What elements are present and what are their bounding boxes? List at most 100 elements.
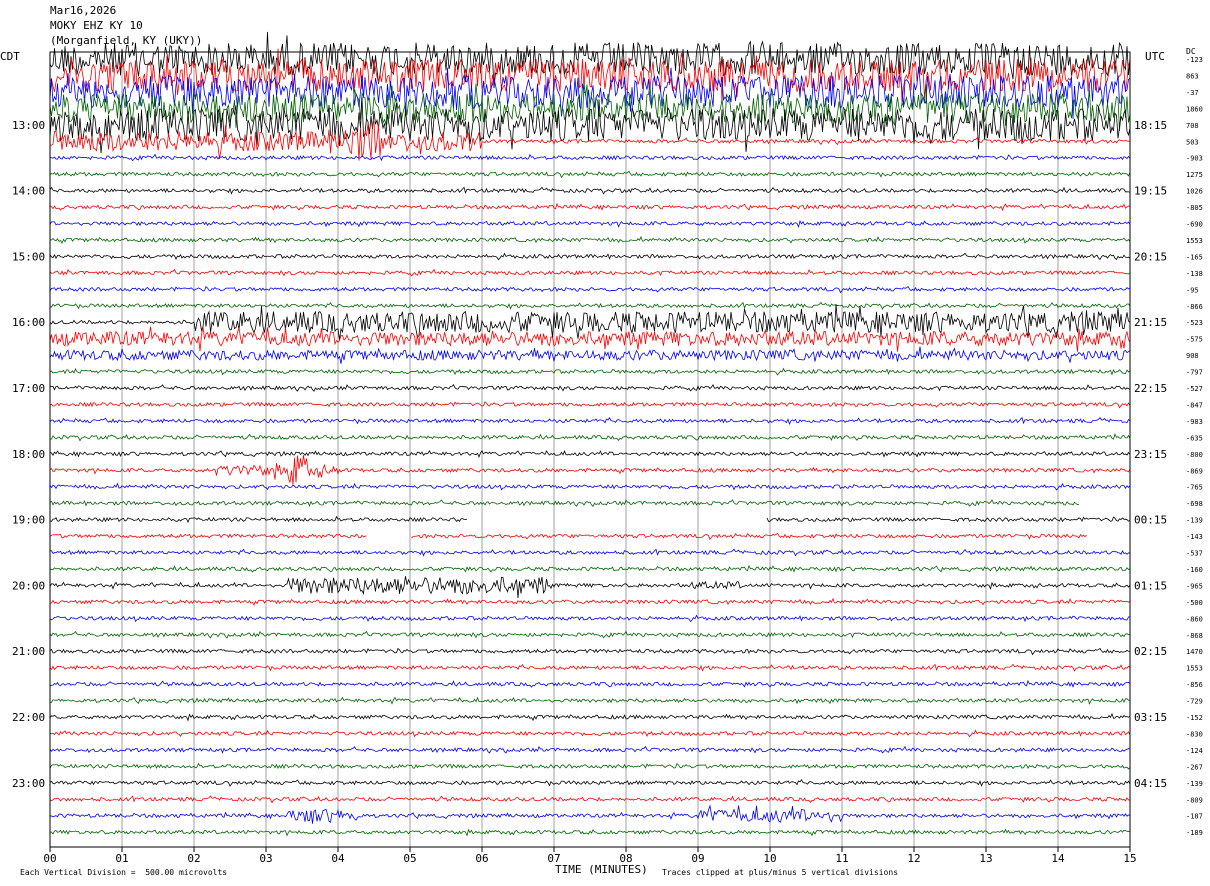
trace-line (49, 795, 1130, 804)
x-tick-label: 11 (835, 852, 848, 865)
trace-line (49, 383, 1131, 392)
dc-offset-label: -797 (1186, 369, 1203, 377)
dc-offset-label: -187 (1186, 813, 1203, 821)
dc-offset-label: -160 (1186, 566, 1203, 574)
dc-offset-label: -765 (1186, 484, 1203, 492)
utc-hour-label: 01:15 (1134, 579, 1167, 592)
dc-offset-label: 1553 (1186, 665, 1203, 673)
date-label: Mar16,2026 (50, 4, 117, 17)
x-tick-label: 02 (187, 852, 200, 865)
trace-line (49, 455, 1131, 485)
dc-offset-label: 1470 (1186, 648, 1203, 656)
x-tick-label: 04 (331, 852, 345, 865)
dc-offset-label: -866 (1186, 303, 1203, 311)
trace-line (49, 449, 1131, 459)
cdt-hour-label: 16:00 (12, 316, 45, 329)
x-tick-label: 15 (1123, 852, 1136, 865)
dc-offset-label: 708 (1186, 122, 1199, 130)
dc-offset-label: -800 (1186, 451, 1203, 459)
cdt-hour-label: 21:00 (12, 645, 45, 658)
dc-offset-label: 1553 (1186, 237, 1203, 245)
trace-line (49, 401, 1131, 409)
minute-grid (121, 52, 1059, 847)
dc-offset-labels: -123 863 -37 1860 708 503 -903 1275 1026 -805 -690… (1186, 56, 1203, 837)
dc-offset-label: -805 (1186, 204, 1203, 212)
trace-line (49, 121, 1131, 161)
dc-offset-label: -965 (1186, 582, 1203, 590)
trace-line (49, 515, 1131, 523)
dc-offset-label: -847 (1186, 401, 1203, 409)
trace-line (49, 202, 1131, 212)
trace-line (49, 804, 1131, 824)
cdt-hour-label: 18:00 (12, 448, 45, 461)
dc-offset-label: -869 (1186, 467, 1203, 475)
helicorder-plot: 00 01 02 03 04 05 06 07 08 09 10 11 12 13 14 15 13:0014… (12, 31, 1203, 865)
x-tick-label: 03 (259, 852, 272, 865)
dc-offset-label: -139 (1186, 517, 1203, 525)
trace-line (49, 303, 1131, 340)
x-tick-label: 09 (691, 852, 704, 865)
dc-offset-label: -537 (1186, 550, 1203, 558)
cdt-label: CDT (0, 50, 20, 63)
clip-note: Traces clipped at plus/minus 5 vertical … (662, 868, 899, 877)
dc-offset-label: -523 (1186, 319, 1203, 327)
scale-note: Each Vertical Division = 500.00 microvol… (20, 868, 228, 877)
utc-hour-label: 03:15 (1134, 711, 1167, 724)
trace-line (49, 630, 1131, 639)
trace-line (49, 367, 1131, 376)
dc-offset-label: -138 (1186, 270, 1203, 278)
plot-frame (49, 51, 1131, 848)
utc-hour-label: 21:15 (1134, 316, 1167, 329)
x-tick-label: 05 (403, 852, 416, 865)
seismic-traces (49, 31, 1131, 837)
trace-line (49, 326, 1131, 352)
trace-line (49, 219, 1131, 229)
trace-line (49, 679, 1131, 688)
dc-offset-label: -575 (1186, 336, 1203, 344)
cdt-hour-label: 19:00 (12, 514, 45, 527)
dc-offset-label: 863 (1186, 72, 1199, 80)
dc-offset-label: 1860 (1186, 105, 1203, 113)
dc-label: DC (1186, 47, 1196, 56)
trace-line (49, 576, 1131, 599)
dc-offset-label: -809 (1186, 796, 1203, 804)
dc-offset-label: -95 (1186, 286, 1199, 294)
utc-hour-label: 22:15 (1134, 382, 1167, 395)
trace-line (49, 48, 1131, 104)
trace-line (49, 745, 1131, 754)
dc-offset-label: -690 (1186, 221, 1203, 229)
dc-offset-label: -860 (1186, 615, 1203, 623)
trace-line (49, 286, 1131, 294)
dc-offset-label: -500 (1186, 599, 1203, 607)
x-tick-label: 13 (979, 852, 992, 865)
dc-offset-label: -868 (1186, 632, 1203, 640)
dc-offset-label: -123 (1186, 56, 1203, 64)
trace-line (49, 346, 1131, 364)
utc-hour-label: 23:15 (1134, 448, 1167, 461)
trace-line (49, 548, 1131, 557)
dc-offset-label: -152 (1186, 714, 1203, 722)
utc-hour-label: 18:15 (1134, 119, 1167, 132)
dc-offset-label: -983 (1186, 418, 1203, 426)
trace-line (49, 416, 1131, 425)
dc-offset-label: -165 (1186, 253, 1203, 261)
x-tick-label: 10 (763, 852, 776, 865)
dc-offset-label: -267 (1186, 763, 1203, 771)
trace-line (49, 729, 1131, 738)
trace-line (49, 647, 1131, 656)
utc-hour-label: 00:15 (1134, 514, 1167, 527)
cdt-hour-label: 14:00 (12, 185, 45, 198)
cdt-hour-label: 17:00 (12, 382, 45, 395)
dc-offset-label: -698 (1186, 500, 1203, 508)
x-axis-title: TIME (MINUTES) (555, 863, 648, 876)
trace-line (49, 532, 1087, 541)
dc-offset-label: -124 (1186, 747, 1203, 755)
cdt-hour-label: 20:00 (12, 579, 45, 592)
utc-hour-label: 04:15 (1134, 777, 1167, 790)
dc-offset-label: -37 (1186, 89, 1199, 97)
x-tick-label: 01 (115, 852, 128, 865)
trace-line (49, 31, 1131, 89)
dc-offset-label: -856 (1186, 681, 1203, 689)
trace-line (49, 301, 1131, 310)
utc-hour-labels: 18:15 19:15 20:15 21:15 22:15 23:15 00:15 01:15… (1134, 119, 1167, 790)
